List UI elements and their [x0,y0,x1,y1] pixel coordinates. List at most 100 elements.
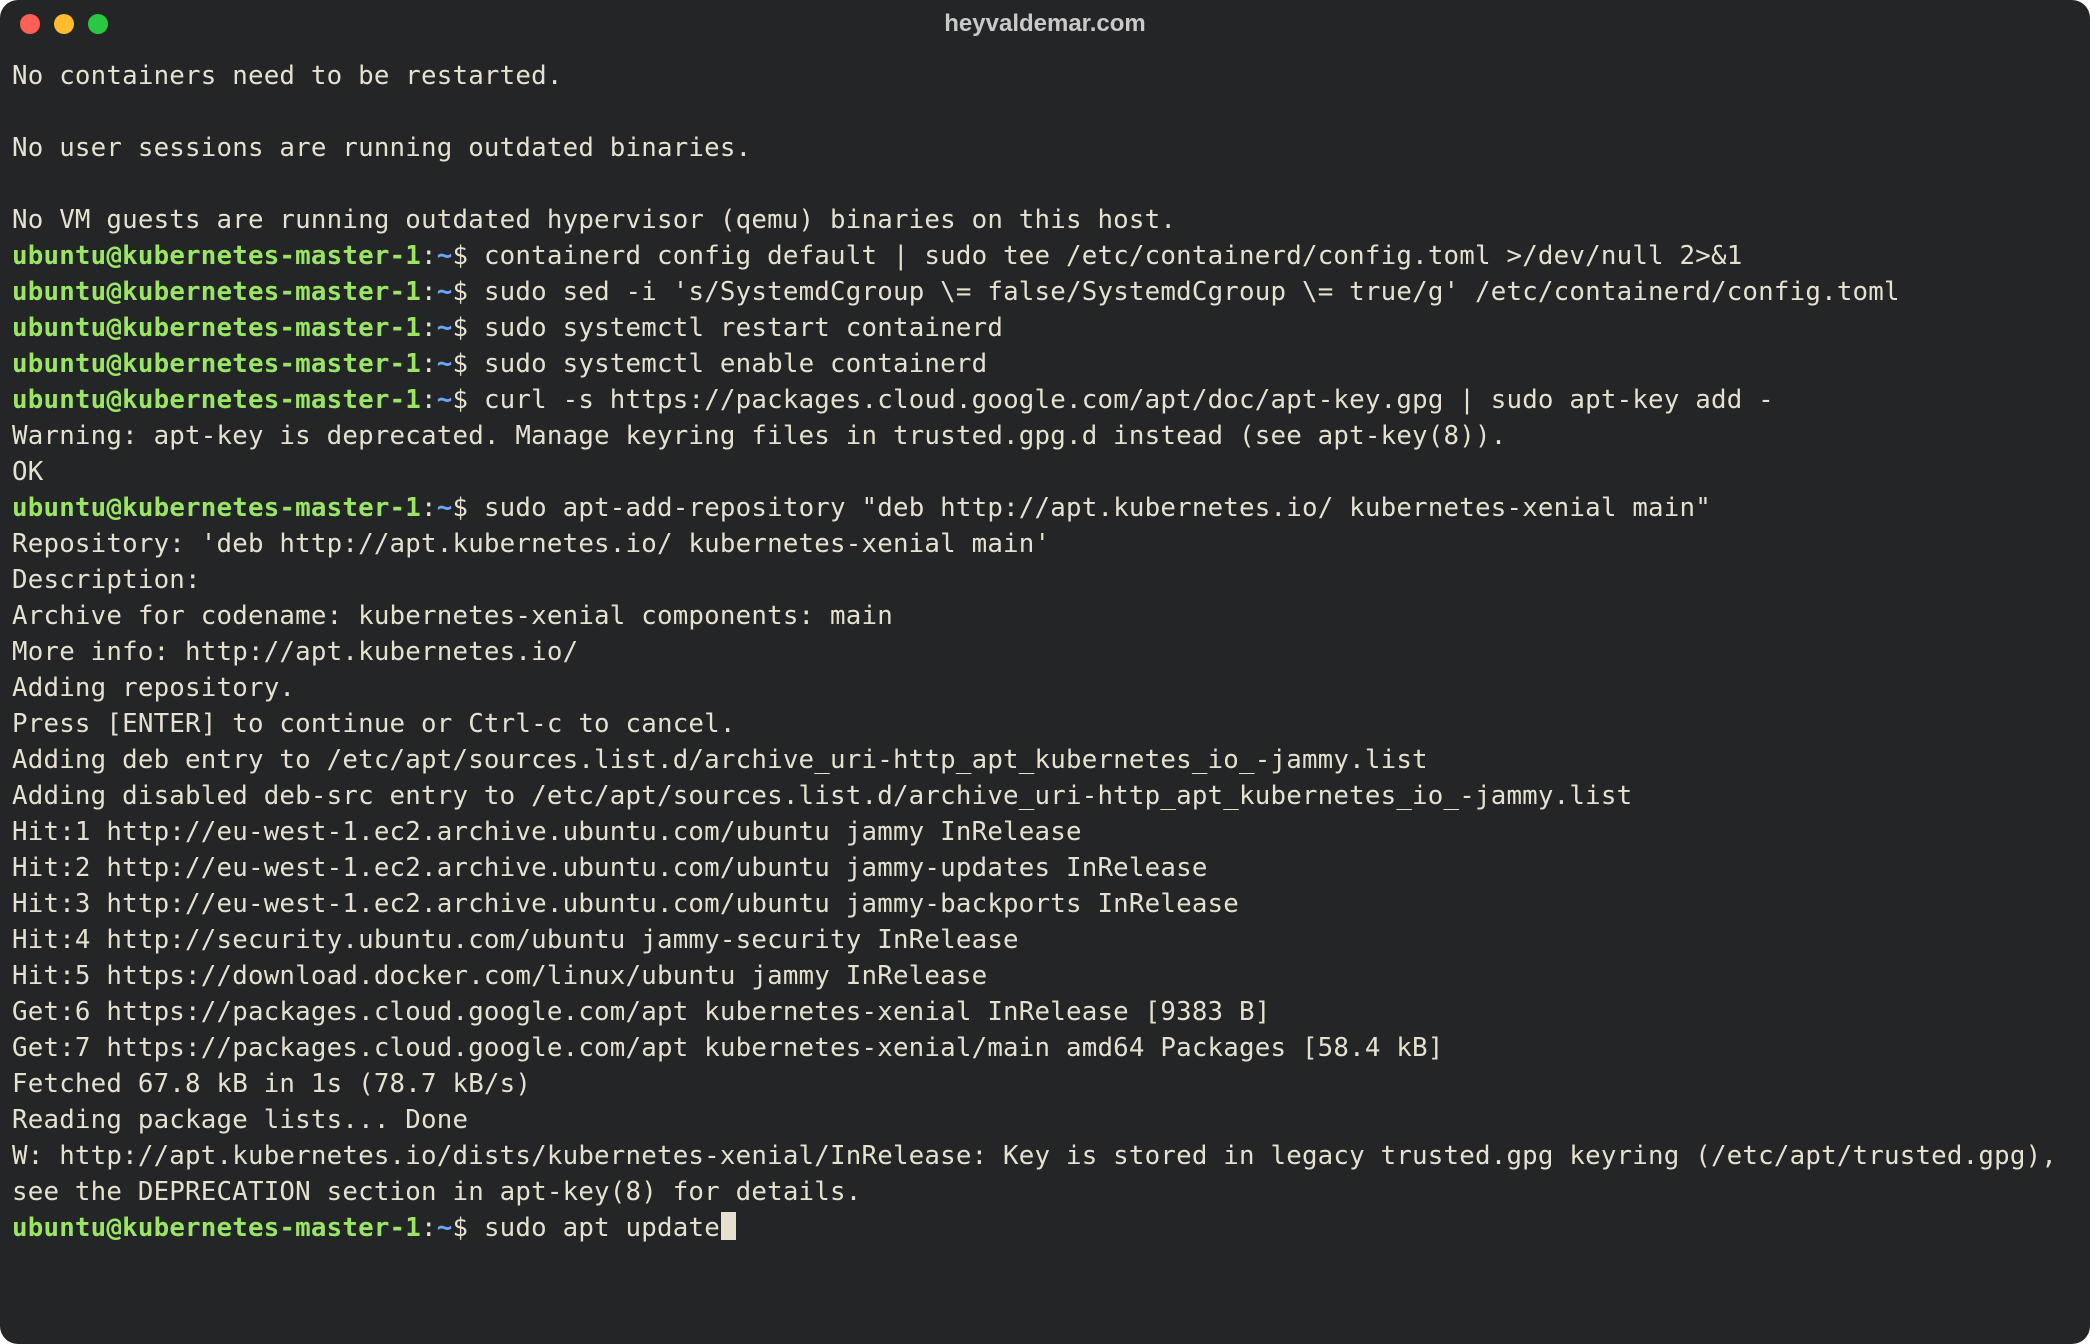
prompt-colon: : [421,277,437,307]
prompt-colon: : [421,493,437,523]
prompt-path: ~ [437,277,453,307]
terminal-output-text: No containers need to be restarted. [12,61,563,91]
terminal-command: sudo sed -i 's/SystemdCgroup \= false/Sy… [484,277,1900,307]
prompt-path: ~ [437,385,453,415]
terminal-line: Archive for codename: kubernetes-xenial … [12,598,2080,634]
terminal-output-text: Adding disabled deb-src entry to /etc/ap… [12,781,1632,811]
prompt-at: @ [106,493,122,523]
terminal-command: sudo systemctl restart containerd [484,313,1003,343]
terminal-line [12,94,2080,130]
terminal-line: Adding deb entry to /etc/apt/sources.lis… [12,742,2080,778]
terminal-line: Hit:4 http://security.ubuntu.com/ubuntu … [12,922,2080,958]
prompt-dollar: $ [452,493,483,523]
cursor-icon [721,1212,736,1240]
prompt-colon: : [421,349,437,379]
prompt-at: @ [106,1213,122,1243]
prompt-host: kubernetes-master-1 [122,241,421,271]
terminal-line: Hit:2 http://eu-west-1.ec2.archive.ubunt… [12,850,2080,886]
terminal-window: heyvaldemar.com No containers need to be… [0,0,2090,1344]
terminal-output-text: Reading package lists... Done [12,1105,468,1135]
terminal-line: ubuntu@kubernetes-master-1:~$ sudo syste… [12,346,2080,382]
terminal-command: sudo apt-add-repository "deb http://apt.… [484,493,1711,523]
prompt-at: @ [106,277,122,307]
terminal-line: Adding disabled deb-src entry to /etc/ap… [12,778,2080,814]
prompt-path: ~ [437,1213,453,1243]
terminal-command: curl -s https://packages.cloud.google.co… [484,385,1774,415]
prompt-user: ubuntu [12,1213,106,1243]
prompt-dollar: $ [452,385,483,415]
terminal-command: sudo systemctl enable containerd [484,349,987,379]
terminal-output-text: Hit:4 http://security.ubuntu.com/ubuntu … [12,925,1019,955]
prompt-colon: : [421,385,437,415]
zoom-icon[interactable] [88,14,108,34]
window-title: heyvaldemar.com [0,10,2090,38]
terminal-output-text: Hit:2 http://eu-west-1.ec2.archive.ubunt… [12,853,1208,883]
prompt-path: ~ [437,313,453,343]
prompt-dollar: $ [452,349,483,379]
terminal-output-text: More info: http://apt.kubernetes.io/ [12,637,578,667]
terminal-line: Warning: apt-key is deprecated. Manage k… [12,418,2080,454]
terminal-output-text: OK [12,457,43,487]
prompt-at: @ [106,313,122,343]
terminal-line: ubuntu@kubernetes-master-1:~$ sudo apt-a… [12,490,2080,526]
terminal-line: Get:6 https://packages.cloud.google.com/… [12,994,2080,1030]
prompt-user: ubuntu [12,493,106,523]
minimize-icon[interactable] [54,14,74,34]
terminal-line: OK [12,454,2080,490]
prompt-colon: : [421,1213,437,1243]
prompt-host: kubernetes-master-1 [122,349,421,379]
prompt-user: ubuntu [12,349,106,379]
terminal-line: Hit:3 http://eu-west-1.ec2.archive.ubunt… [12,886,2080,922]
terminal-line: Press [ENTER] to continue or Ctrl-c to c… [12,706,2080,742]
terminal-line: Repository: 'deb http://apt.kubernetes.i… [12,526,2080,562]
terminal-output-text: Warning: apt-key is deprecated. Manage k… [12,421,1506,451]
terminal-line: ubuntu@kubernetes-master-1:~$ curl -s ht… [12,382,2080,418]
terminal-output-text: Adding deb entry to /etc/apt/sources.lis… [12,745,1428,775]
prompt-host: kubernetes-master-1 [122,1213,421,1243]
terminal-line: ubuntu@kubernetes-master-1:~$ sudo sed -… [12,274,2080,310]
terminal-line: No VM guests are running outdated hyperv… [12,202,2080,238]
terminal-line: No containers need to be restarted. [12,58,2080,94]
terminal-output-text: Archive for codename: kubernetes-xenial … [12,601,893,631]
prompt-at: @ [106,349,122,379]
terminal-line: ubuntu@kubernetes-master-1:~$ sudo syste… [12,310,2080,346]
terminal-line: Hit:1 http://eu-west-1.ec2.archive.ubunt… [12,814,2080,850]
prompt-user: ubuntu [12,313,106,343]
terminal-output-text: No user sessions are running outdated bi… [12,133,751,163]
terminal-line: Description: [12,562,2080,598]
prompt-user: ubuntu [12,241,106,271]
terminal-line: ubuntu@kubernetes-master-1:~$ containerd… [12,238,2080,274]
prompt-colon: : [421,241,437,271]
terminal-output-text: W: http://apt.kubernetes.io/dists/kubern… [12,1141,2073,1207]
prompt-path: ~ [437,241,453,271]
terminal-output-text: Press [ENTER] to continue or Ctrl-c to c… [12,709,736,739]
terminal-output-text: No VM guests are running outdated hyperv… [12,205,1176,235]
terminal-line: Reading package lists... Done [12,1102,2080,1138]
terminal-line: Get:7 https://packages.cloud.google.com/… [12,1030,2080,1066]
prompt-host: kubernetes-master-1 [122,313,421,343]
terminal-output-text: Get:6 https://packages.cloud.google.com/… [12,997,1270,1027]
prompt-host: kubernetes-master-1 [122,385,421,415]
terminal-line: W: http://apt.kubernetes.io/dists/kubern… [12,1138,2080,1210]
prompt-dollar: $ [452,1213,483,1243]
terminal-output-text: Repository: 'deb http://apt.kubernetes.i… [12,529,1050,559]
window-controls [20,14,108,34]
prompt-at: @ [106,385,122,415]
terminal-output-text: Adding repository. [12,673,295,703]
terminal-output[interactable]: No containers need to be restarted. No u… [0,48,2090,1256]
terminal-line: No user sessions are running outdated bi… [12,130,2080,166]
terminal-line [12,166,2080,202]
terminal-command: containerd config default | sudo tee /et… [484,241,1742,271]
prompt-host: kubernetes-master-1 [122,493,421,523]
close-icon[interactable] [20,14,40,34]
prompt-host: kubernetes-master-1 [122,277,421,307]
terminal-command: sudo apt update [484,1213,720,1243]
terminal-line: Adding repository. [12,670,2080,706]
prompt-path: ~ [437,349,453,379]
prompt-at: @ [106,241,122,271]
terminal-output-text: Hit:3 http://eu-west-1.ec2.archive.ubunt… [12,889,1239,919]
prompt-user: ubuntu [12,385,106,415]
window-titlebar: heyvaldemar.com [0,0,2090,48]
terminal-output-text: Get:7 https://packages.cloud.google.com/… [12,1033,1444,1063]
prompt-path: ~ [437,493,453,523]
